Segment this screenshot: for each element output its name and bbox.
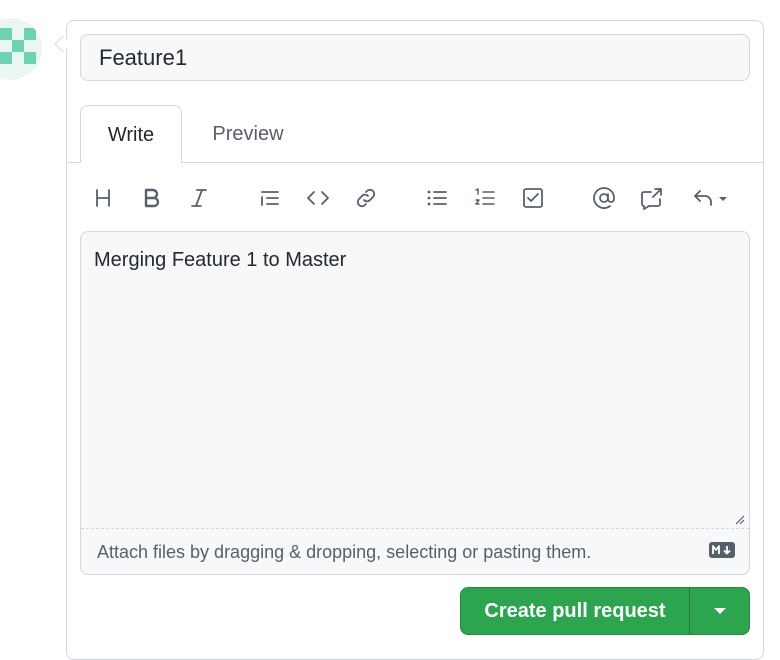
- unordered-list-icon[interactable]: [420, 181, 454, 215]
- link-icon[interactable]: [349, 181, 383, 215]
- attach-files-hint[interactable]: Attach files by dragging & dropping, sel…: [97, 529, 591, 574]
- avatar[interactable]: [0, 18, 42, 80]
- markdown-icon[interactable]: [709, 542, 735, 558]
- cross-reference-icon[interactable]: [635, 181, 669, 215]
- heading-icon[interactable]: [86, 181, 120, 215]
- tab-preview[interactable]: Preview: [194, 105, 302, 163]
- body-textarea[interactable]: Merging Feature 1 to Master: [81, 232, 749, 528]
- mention-icon[interactable]: [587, 181, 621, 215]
- triangle-down-icon: [713, 608, 726, 614]
- title-input[interactable]: [80, 34, 750, 81]
- tab-write[interactable]: Write: [80, 105, 182, 163]
- reply-icon[interactable]: [684, 181, 736, 215]
- create-pull-request-button[interactable]: Create pull request: [460, 587, 690, 635]
- comment-editor: Merging Feature 1 to Master Attach files…: [80, 231, 750, 575]
- task-list-icon[interactable]: [516, 181, 550, 215]
- resize-handle[interactable]: [733, 512, 745, 525]
- italic-icon[interactable]: [182, 181, 216, 215]
- ordered-list-icon[interactable]: [468, 181, 502, 215]
- bold-icon[interactable]: [134, 181, 168, 215]
- attach-bar[interactable]: Attach files by dragging & dropping, sel…: [81, 528, 749, 574]
- quote-icon[interactable]: [253, 181, 287, 215]
- code-icon[interactable]: [301, 181, 335, 215]
- create-options-dropdown[interactable]: [689, 587, 750, 635]
